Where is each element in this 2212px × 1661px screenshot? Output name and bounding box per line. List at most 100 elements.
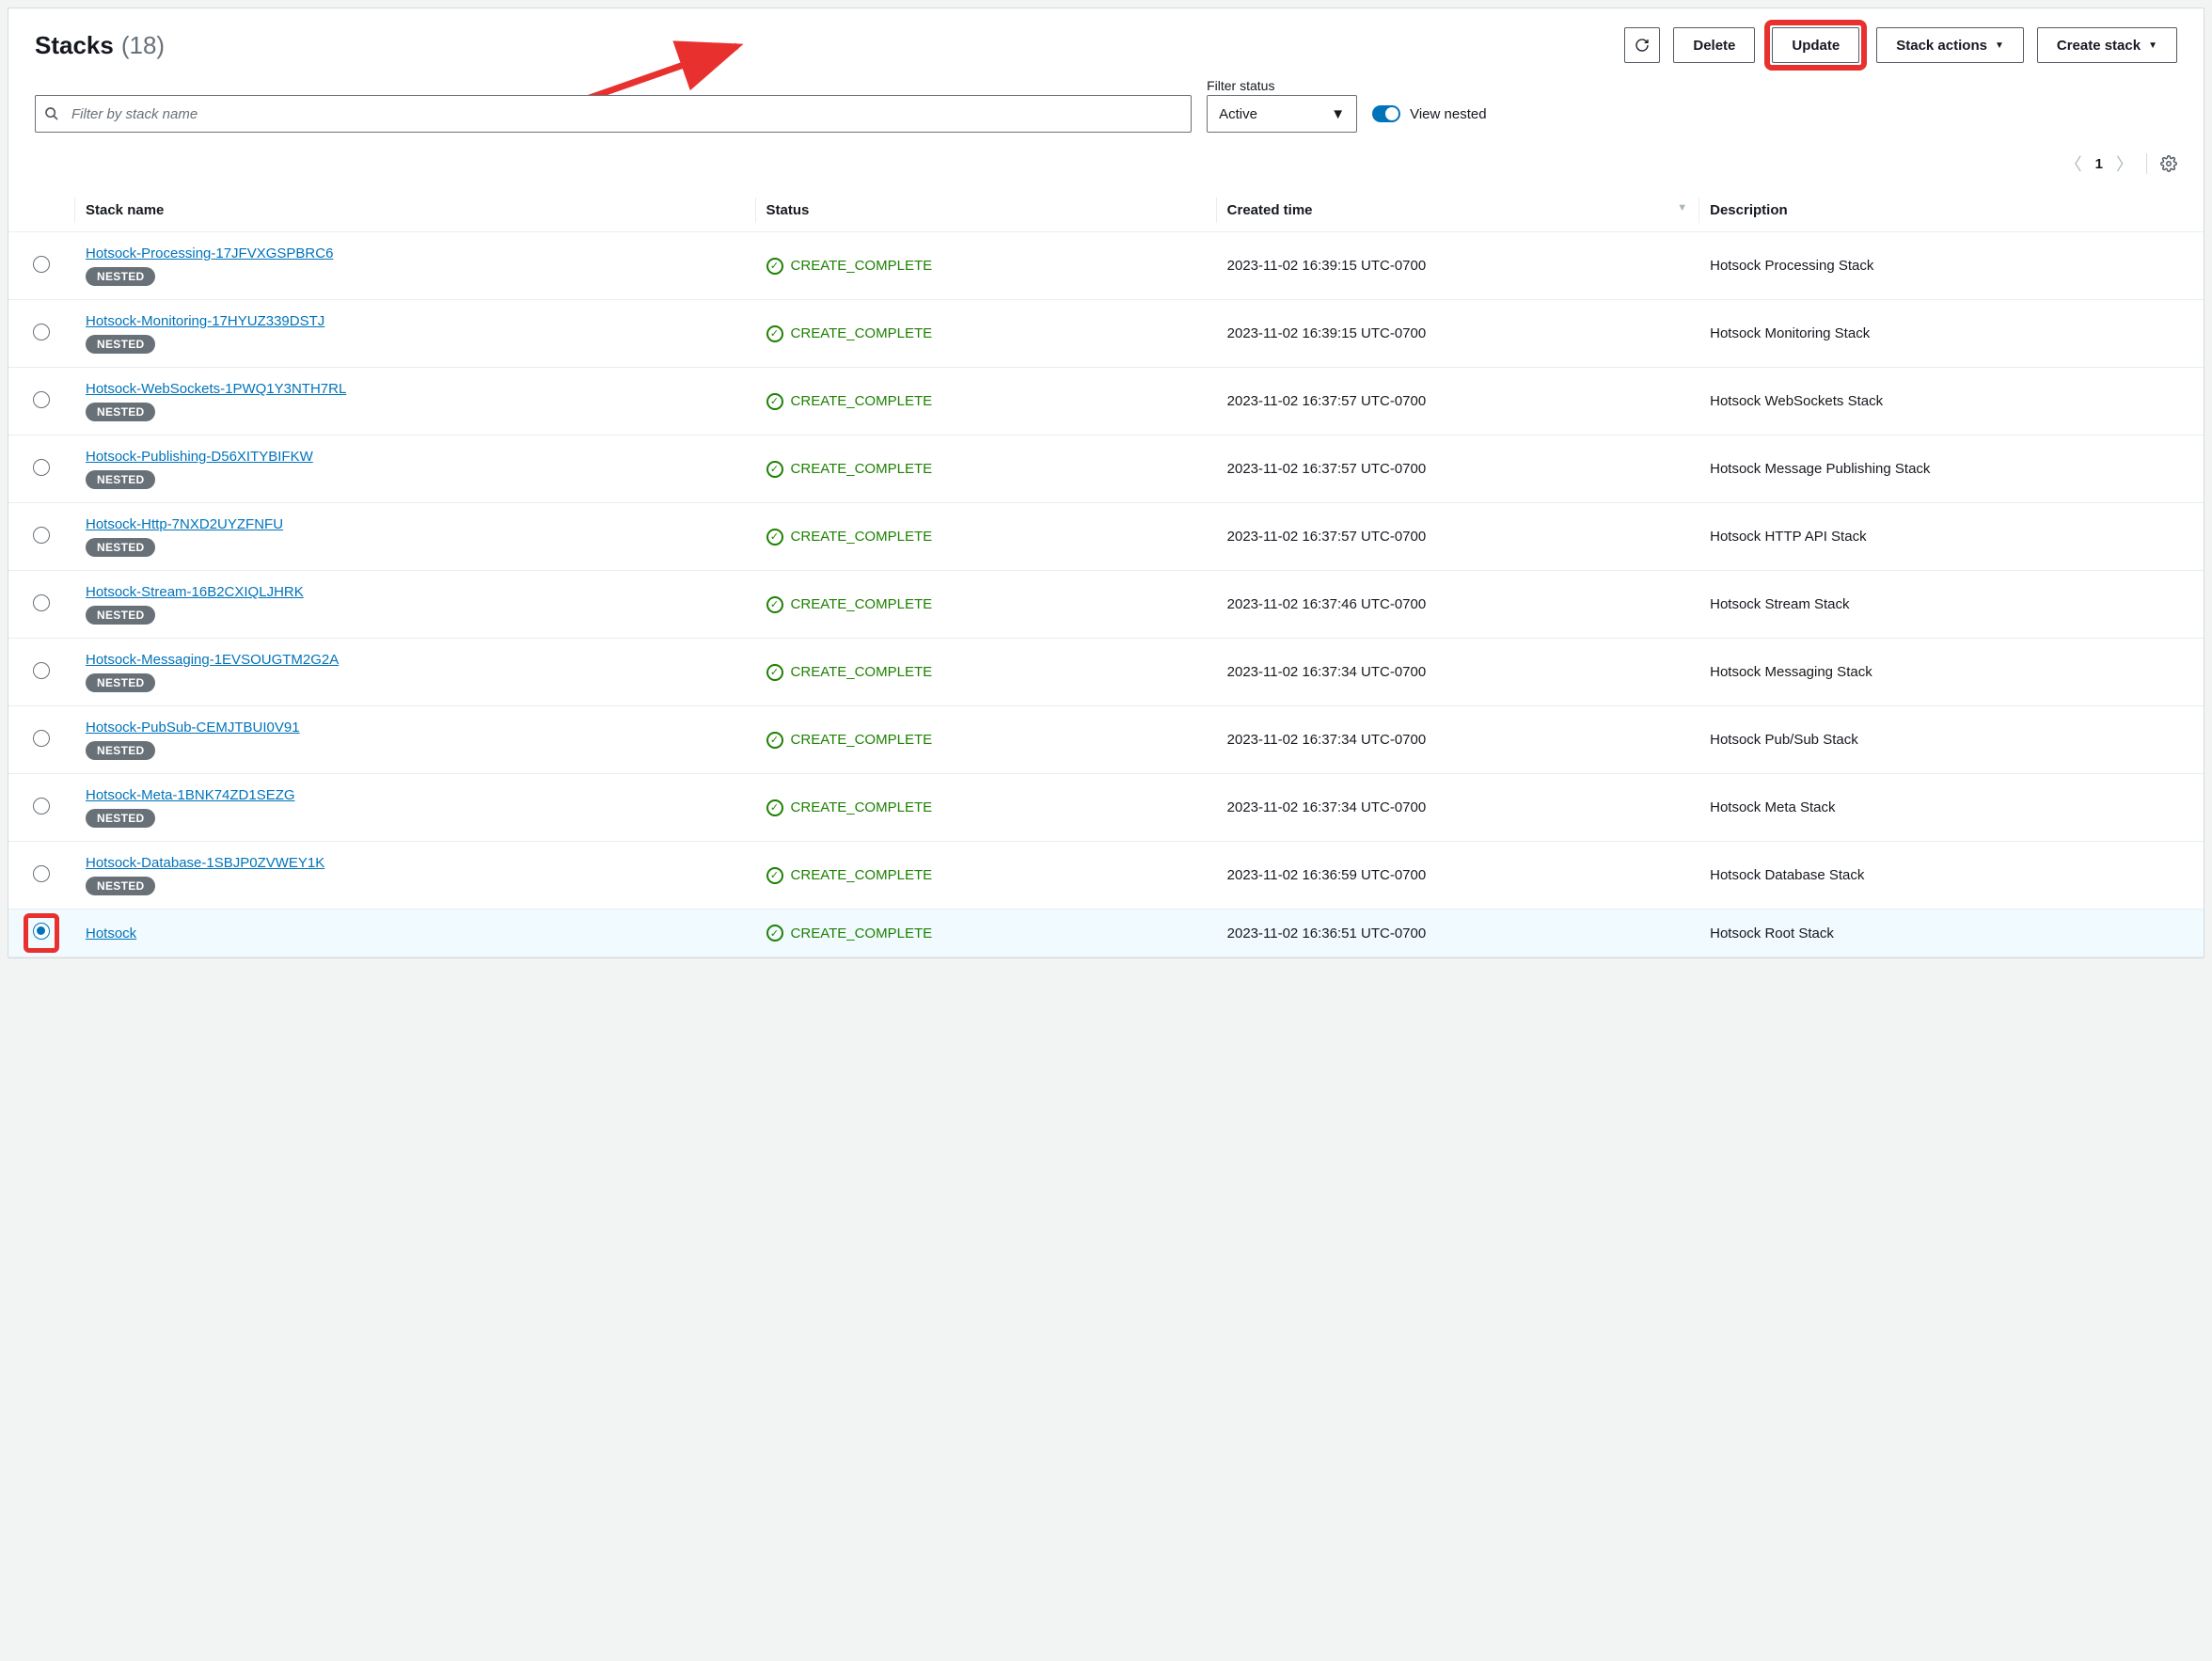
column-header-status[interactable]: Status	[755, 189, 1216, 232]
description: Hotsock Message Publishing Stack	[1698, 435, 2204, 503]
description: Hotsock Monitoring Stack	[1698, 300, 2204, 368]
search-icon	[44, 106, 59, 121]
check-circle-icon: ✓	[766, 867, 783, 884]
view-nested-toggle[interactable]	[1372, 105, 1400, 122]
created-time: 2023-11-02 16:36:51 UTC-0700	[1216, 910, 1698, 957]
stack-link[interactable]: Hotsock-WebSockets-1PWQ1Y3NTH7RL	[86, 381, 346, 397]
pager-next[interactable]: 〉	[2116, 151, 2133, 176]
table-row: Hotsock-Stream-16B2CXIQLJHRK NESTED ✓CREAT…	[8, 571, 2204, 639]
table-row: Hotsock-Monitoring-17HYUZ339DSTJ NESTED ✓C…	[8, 300, 2204, 368]
description: Hotsock Processing Stack	[1698, 232, 2204, 300]
table-row: Hotsock-Database-1SBJP0ZVWEY1K NESTED ✓CRE…	[8, 842, 2204, 910]
check-circle-icon: ✓	[766, 925, 783, 941]
search-input[interactable]	[35, 95, 1192, 133]
row-radio[interactable]	[33, 662, 50, 679]
nested-badge: NESTED	[86, 335, 155, 354]
created-time: 2023-11-02 16:37:34 UTC-0700	[1216, 639, 1698, 706]
stacks-panel: Stacks (18) Delete Update Stack actions …	[8, 8, 2204, 958]
description: Hotsock WebSockets Stack	[1698, 368, 2204, 435]
stack-link[interactable]: Hotsock	[86, 925, 136, 941]
column-header-description[interactable]: Description	[1698, 189, 2204, 232]
row-radio[interactable]	[33, 798, 50, 815]
created-time: 2023-11-02 16:37:46 UTC-0700	[1216, 571, 1698, 639]
description: Hotsock Pub/Sub Stack	[1698, 706, 2204, 774]
settings-button[interactable]	[2160, 155, 2177, 172]
stack-link[interactable]: Hotsock-Stream-16B2CXIQLJHRK	[86, 584, 304, 600]
caret-down-icon: ▼	[1331, 106, 1345, 122]
created-time: 2023-11-02 16:39:15 UTC-0700	[1216, 232, 1698, 300]
refresh-icon	[1635, 37, 1650, 54]
row-radio[interactable]	[33, 391, 50, 408]
status-badge: ✓CREATE_COMPLETE	[766, 461, 1205, 478]
nested-badge: NESTED	[86, 741, 155, 760]
table-row: Hotsock-Publishing-D56XITYBIFKW NESTED ✓CR…	[8, 435, 2204, 503]
row-radio[interactable]	[33, 324, 50, 340]
column-header-created[interactable]: Created time ▼	[1216, 189, 1698, 232]
check-circle-icon: ✓	[766, 393, 783, 410]
stack-link[interactable]: Hotsock-PubSub-CEMJTBUI0V91	[86, 720, 300, 736]
row-radio[interactable]	[33, 923, 50, 940]
delete-button[interactable]: Delete	[1673, 27, 1755, 63]
gear-icon	[2160, 155, 2177, 172]
table-row: Hotsock-WebSockets-1PWQ1Y3NTH7RL NESTED ✓C…	[8, 368, 2204, 435]
row-radio[interactable]	[33, 527, 50, 544]
status-badge: ✓CREATE_COMPLETE	[766, 799, 1205, 816]
stack-actions-button[interactable]: Stack actions ▼	[1876, 27, 2024, 63]
nested-badge: NESTED	[86, 673, 155, 692]
nested-badge: NESTED	[86, 809, 155, 828]
stack-link[interactable]: Hotsock-Http-7NXD2UYZFNFU	[86, 516, 283, 532]
stack-link[interactable]: Hotsock-Processing-17JFVXGSPBRC6	[86, 245, 333, 261]
create-stack-label: Create stack	[2057, 38, 2141, 54]
nested-badge: NESTED	[86, 403, 155, 421]
check-circle-icon: ✓	[766, 461, 783, 478]
row-radio[interactable]	[33, 594, 50, 611]
status-badge: ✓CREATE_COMPLETE	[766, 325, 1205, 342]
row-radio[interactable]	[33, 256, 50, 273]
nested-badge: NESTED	[86, 877, 155, 895]
created-time: 2023-11-02 16:37:34 UTC-0700	[1216, 706, 1698, 774]
status-badge: ✓CREATE_COMPLETE	[766, 664, 1205, 681]
row-radio[interactable]	[33, 730, 50, 747]
status-badge: ✓CREATE_COMPLETE	[766, 258, 1205, 275]
column-header-name[interactable]: Stack name	[74, 189, 755, 232]
nested-badge: NESTED	[86, 538, 155, 557]
refresh-button[interactable]	[1624, 27, 1660, 63]
status-badge: ✓CREATE_COMPLETE	[766, 867, 1205, 884]
row-radio[interactable]	[33, 865, 50, 882]
table-row: Hotsock-Messaging-1EVSOUGTM2G2A NESTED ✓CR…	[8, 639, 2204, 706]
status-badge: ✓CREATE_COMPLETE	[766, 529, 1205, 546]
created-time: 2023-11-02 16:37:57 UTC-0700	[1216, 503, 1698, 571]
create-stack-button[interactable]: Create stack ▼	[2037, 27, 2177, 63]
stack-actions-label: Stack actions	[1896, 38, 1987, 54]
pager-prev[interactable]: 〈	[2065, 151, 2082, 176]
status-badge: ✓CREATE_COMPLETE	[766, 596, 1205, 613]
table-row: Hotsock-Meta-1BNK74ZD1SEZG NESTED ✓CREATE_…	[8, 774, 2204, 842]
description: Hotsock HTTP API Stack	[1698, 503, 2204, 571]
page-title: Stacks	[35, 31, 114, 60]
filter-status-value: Active	[1219, 106, 1257, 122]
stack-link[interactable]: Hotsock-Meta-1BNK74ZD1SEZG	[86, 787, 295, 803]
row-radio[interactable]	[33, 459, 50, 476]
nested-badge: NESTED	[86, 470, 155, 489]
stack-link[interactable]: Hotsock-Monitoring-17HYUZ339DSTJ	[86, 313, 324, 329]
stack-link[interactable]: Hotsock-Messaging-1EVSOUGTM2G2A	[86, 652, 339, 668]
stack-link[interactable]: Hotsock-Publishing-D56XITYBIFKW	[86, 449, 313, 465]
created-time: 2023-11-02 16:39:15 UTC-0700	[1216, 300, 1698, 368]
pager-page: 1	[2095, 156, 2103, 172]
check-circle-icon: ✓	[766, 596, 783, 613]
description: Hotsock Stream Stack	[1698, 571, 2204, 639]
check-circle-icon: ✓	[766, 799, 783, 816]
check-circle-icon: ✓	[766, 529, 783, 546]
stack-link[interactable]: Hotsock-Database-1SBJP0ZVWEY1K	[86, 855, 324, 871]
nested-badge: NESTED	[86, 606, 155, 625]
status-badge: ✓CREATE_COMPLETE	[766, 393, 1205, 410]
update-button[interactable]: Update	[1772, 27, 1859, 63]
description: Hotsock Meta Stack	[1698, 774, 2204, 842]
filter-status-select[interactable]: Active ▼	[1207, 95, 1357, 133]
description: Hotsock Messaging Stack	[1698, 639, 2204, 706]
page-count: (18)	[121, 31, 165, 60]
created-time: 2023-11-02 16:36:59 UTC-0700	[1216, 842, 1698, 910]
created-time: 2023-11-02 16:37:57 UTC-0700	[1216, 435, 1698, 503]
nested-badge: NESTED	[86, 267, 155, 286]
table-row: Hotsock-Processing-17JFVXGSPBRC6 NESTED ✓C…	[8, 232, 2204, 300]
